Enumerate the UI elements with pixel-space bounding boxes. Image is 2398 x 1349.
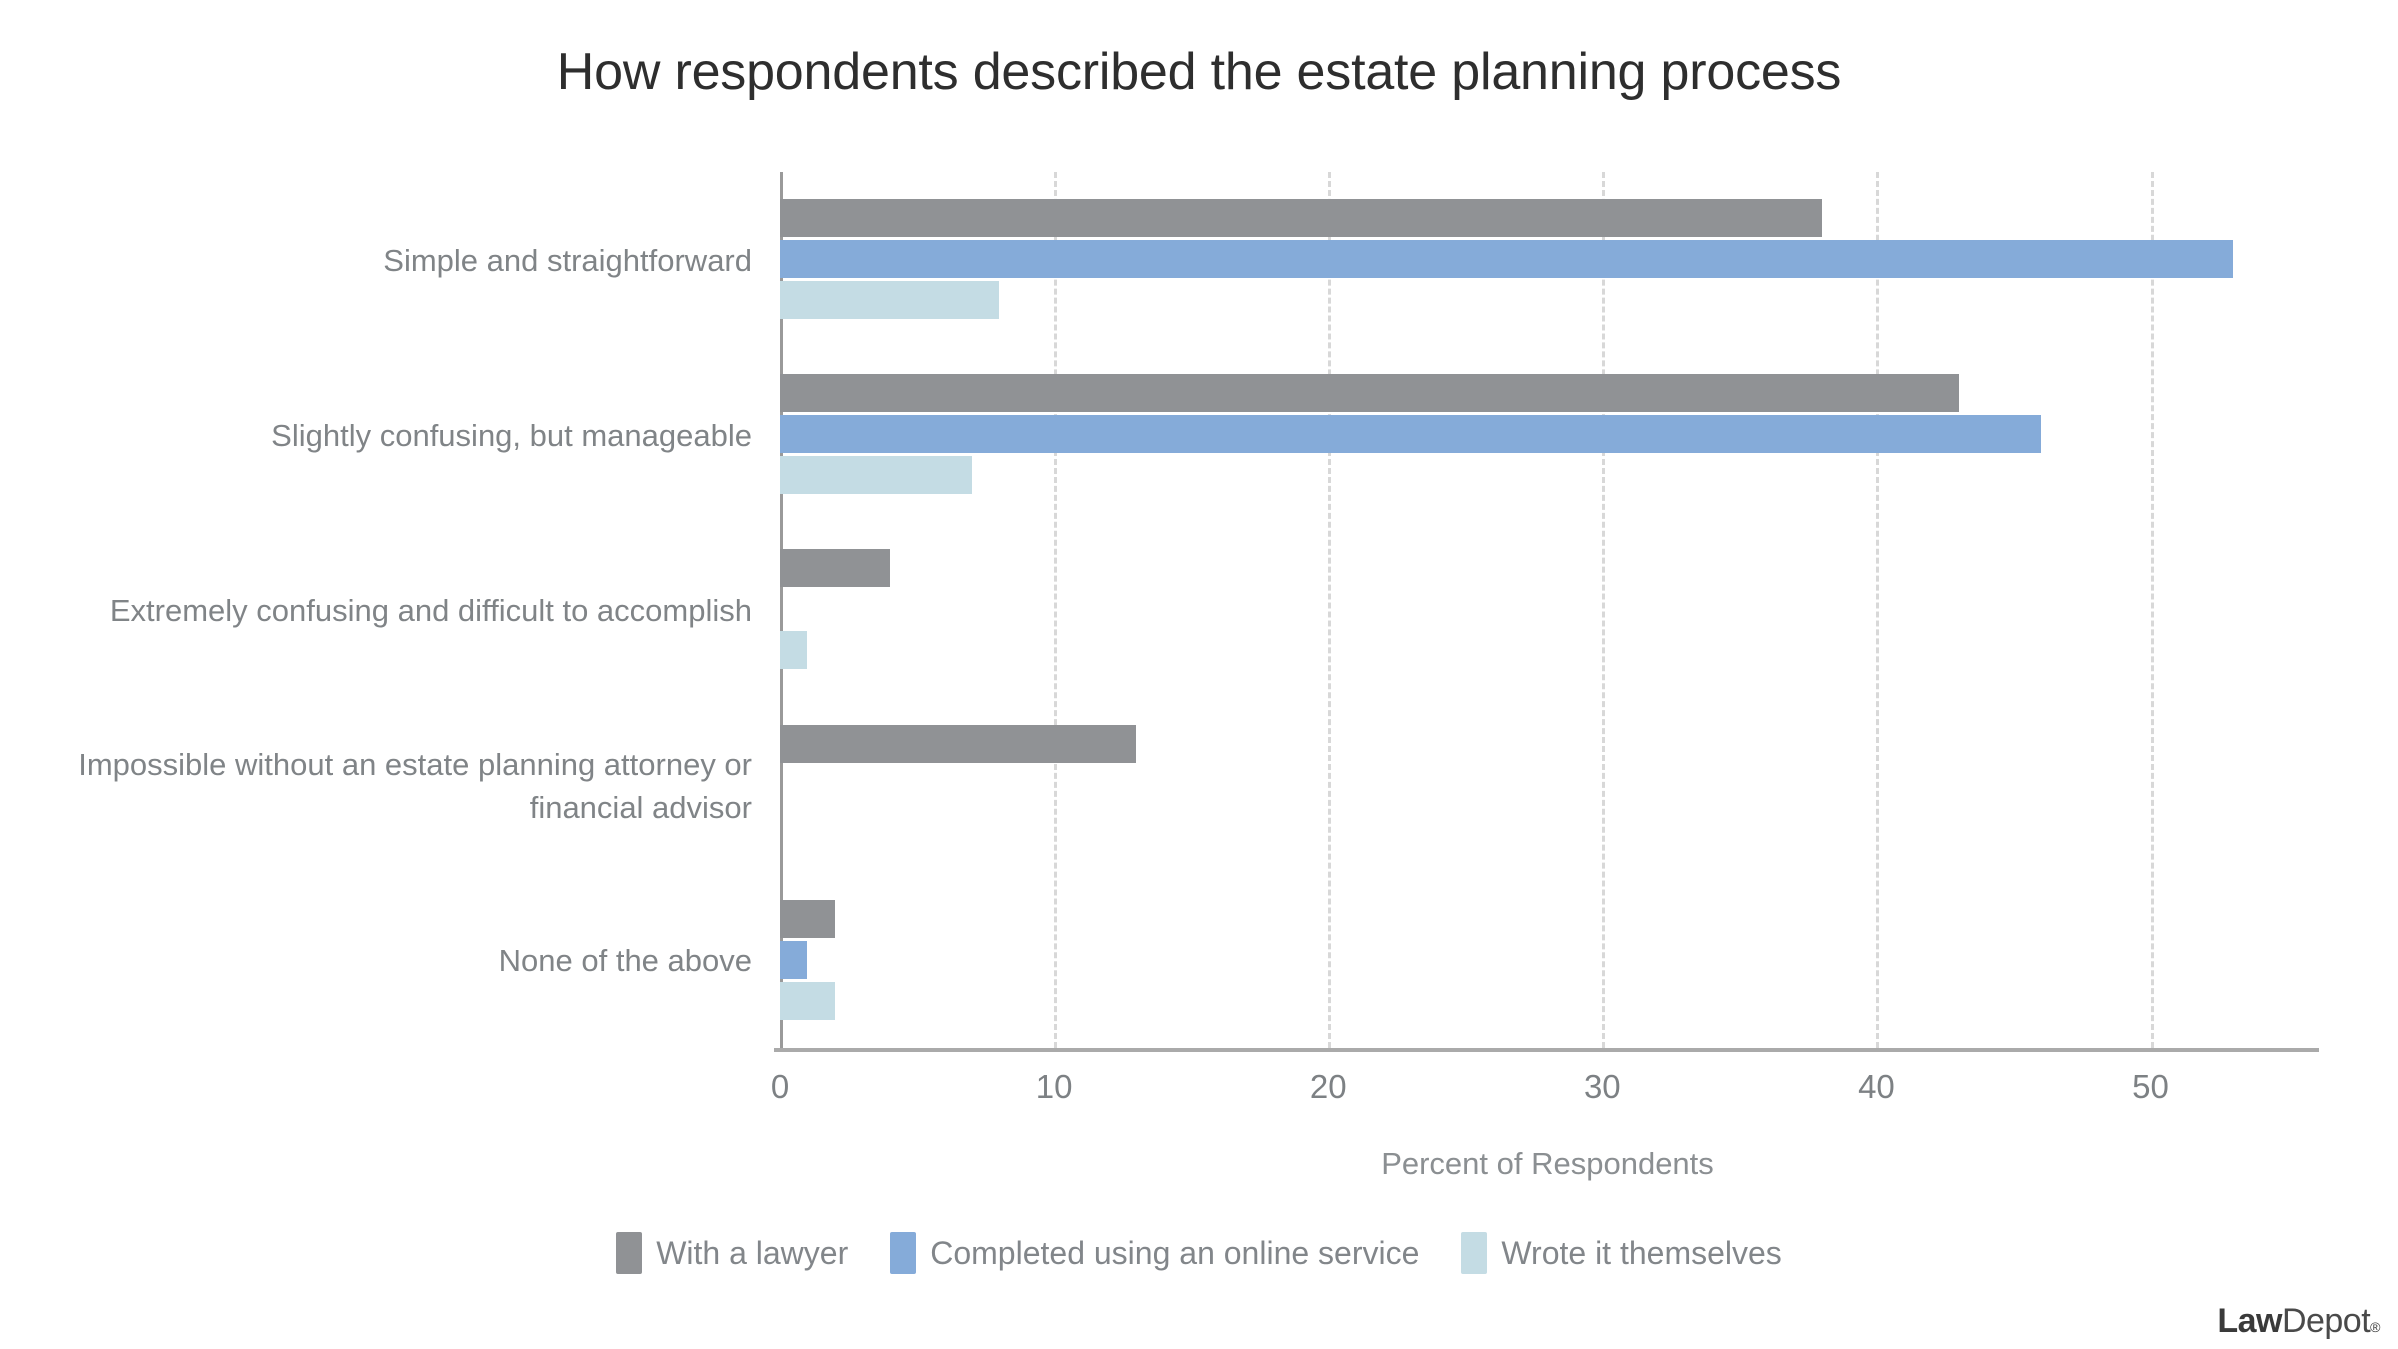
- y-axis-tick-label: Extremely confusing and difficult to acc…: [109, 592, 752, 628]
- bar-group: [780, 873, 2315, 1048]
- legend-label: With a lawyer: [656, 1234, 849, 1271]
- bar[interactable]: [780, 415, 2041, 454]
- legend-item[interactable]: With a lawyer: [616, 1232, 848, 1274]
- legend-label: Wrote it themselves: [1501, 1234, 1782, 1271]
- x-axis-tick-label: 0: [770, 1068, 790, 1105]
- legend-swatch-icon: [616, 1232, 643, 1274]
- bar-group: [780, 522, 2315, 697]
- logo-law-text: Law: [2217, 1302, 2282, 1340]
- page-title: How respondents described the estate pla…: [556, 43, 1842, 101]
- bar[interactable]: [780, 549, 890, 588]
- bar[interactable]: [780, 940, 808, 979]
- bar[interactable]: [780, 631, 808, 670]
- legend-item[interactable]: Wrote it themselves: [1461, 1232, 1782, 1274]
- bar[interactable]: [780, 899, 835, 938]
- x-axis-line: [774, 1048, 2319, 1052]
- x-axis-label: Percent of Respondents: [1381, 1146, 1714, 1181]
- registered-mark-icon: ®: [2370, 1319, 2380, 1335]
- y-axis-tick-label: Simple and straightforward: [383, 242, 752, 278]
- y-axis-tick-label: Slightly confusing, but manageable: [271, 417, 752, 453]
- y-axis-tick-label: Impossible without an estate planning at…: [78, 746, 752, 825]
- bar-group: [780, 172, 2315, 347]
- y-axis-tick-label: None of the above: [498, 943, 752, 979]
- x-axis-tick-label: 10: [1035, 1068, 1073, 1105]
- bar[interactable]: [780, 981, 835, 1020]
- bar-group: [780, 698, 2315, 873]
- lawdepot-logo: LawDepot®: [2217, 1302, 2380, 1341]
- bar[interactable]: [780, 240, 2233, 278]
- x-axis-tick-label: 30: [1583, 1068, 1621, 1105]
- bar[interactable]: [780, 456, 972, 495]
- x-axis-tick-label: 50: [2132, 1068, 2169, 1105]
- logo-depot-text: Depot: [2281, 1302, 2371, 1340]
- bar[interactable]: [780, 281, 1000, 319]
- chart-legend: With a lawyer Completed using an online s…: [0, 1232, 2398, 1274]
- bar[interactable]: [780, 374, 1959, 413]
- bar-group: [780, 347, 2315, 522]
- x-axis-tick-label: 20: [1309, 1068, 1347, 1105]
- x-axis-tick-label: 40: [1858, 1068, 1895, 1105]
- bar[interactable]: [780, 199, 1822, 237]
- bar[interactable]: [780, 724, 1137, 763]
- legend-item[interactable]: Completed using an online service: [890, 1232, 1419, 1274]
- legend-swatch-icon: [890, 1232, 917, 1274]
- legend-label: Completed using an online service: [930, 1234, 1420, 1271]
- plot-area: [780, 172, 2315, 1048]
- legend-swatch-icon: [1461, 1232, 1488, 1274]
